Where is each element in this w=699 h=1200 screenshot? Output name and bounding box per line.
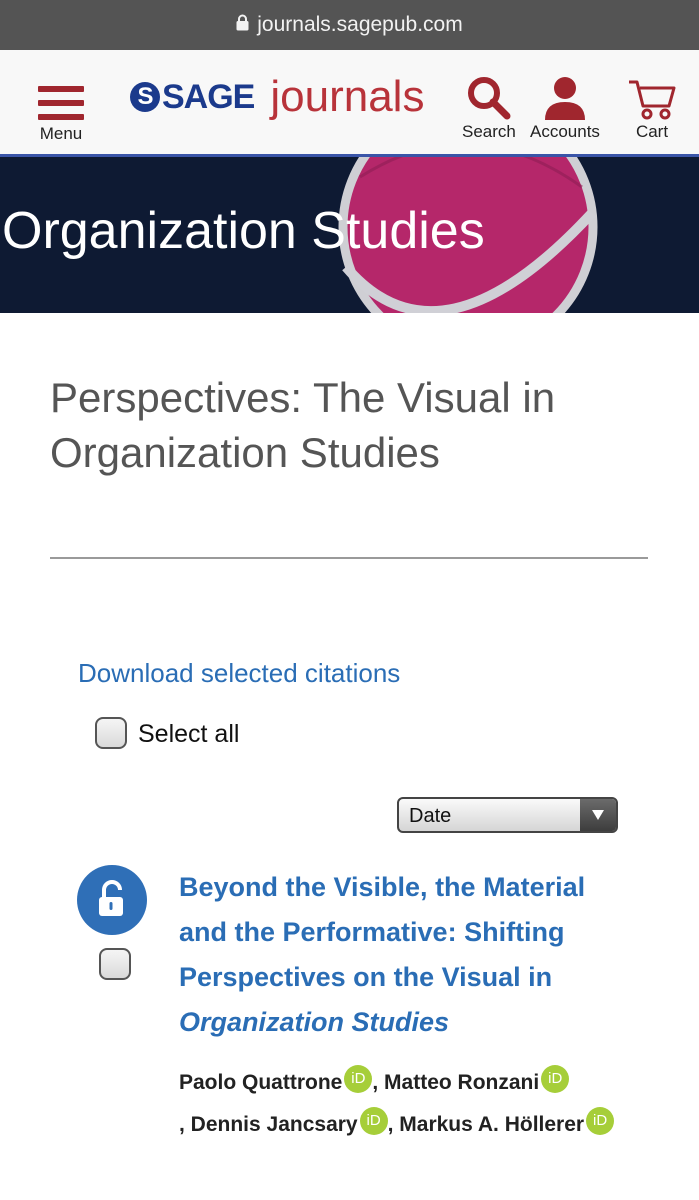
- sage-text: SAGE: [162, 77, 255, 116]
- download-citations-link[interactable]: Download selected citations: [78, 658, 400, 689]
- sage-s-icon: S: [130, 82, 160, 112]
- journal-banner[interactable]: Organization Studies: [0, 157, 699, 313]
- open-access-icon: [77, 865, 147, 935]
- article-select-checkbox[interactable]: [99, 948, 131, 980]
- browser-url-bar[interactable]: journals.sagepub.com: [0, 0, 699, 50]
- sort-select[interactable]: Date: [397, 797, 618, 833]
- menu-label: Menu: [39, 124, 83, 143]
- search-label: Search: [462, 122, 516, 141]
- author-link[interactable]: Dennis Jancsary: [191, 1113, 358, 1136]
- orcid-icon[interactable]: iD: [344, 1065, 373, 1093]
- author-link[interactable]: Markus A. Höllerer: [399, 1113, 584, 1136]
- author-link[interactable]: Matteo Ronzani: [384, 1071, 539, 1094]
- menu-button[interactable]: Menu: [36, 86, 86, 144]
- select-all-label: Select all: [138, 720, 240, 748]
- site-header: Menu S SAGE journals Search Accounts Car…: [0, 50, 699, 157]
- sort-select-value: Date: [409, 805, 452, 827]
- article-title-journal: Organization Studies: [179, 1007, 450, 1037]
- divider: [50, 557, 648, 559]
- search-button[interactable]: Search: [462, 74, 516, 142]
- hamburger-icon: [38, 86, 84, 120]
- cart-label: Cart: [635, 122, 669, 141]
- cart-icon: [627, 74, 677, 122]
- page-title: Perspectives: The Visual in Organization…: [50, 374, 556, 476]
- lock-icon: [236, 13, 249, 37]
- orcid-icon[interactable]: iD: [359, 1107, 388, 1135]
- article-title-text: Beyond the Visible, the Material and the…: [179, 872, 586, 992]
- cart-button[interactable]: Cart: [627, 74, 677, 142]
- user-icon: [530, 74, 600, 122]
- chevron-down-icon: [580, 799, 616, 831]
- accounts-label: Accounts: [530, 122, 600, 141]
- article-authors: Paolo Quattrone iD, Matteo Ronzani iD, Den…: [179, 1062, 649, 1146]
- search-icon: [462, 74, 516, 122]
- journal-title: Organization Studies: [2, 202, 485, 260]
- author-link[interactable]: Paolo Quattrone: [179, 1071, 342, 1094]
- journals-wordmark: journals: [270, 72, 425, 121]
- orcid-icon[interactable]: iD: [586, 1107, 615, 1135]
- sage-journals-logo[interactable]: S SAGE journals: [130, 72, 424, 122]
- orcid-icon[interactable]: iD: [541, 1065, 570, 1093]
- accounts-button[interactable]: Accounts: [530, 74, 600, 142]
- select-all-checkbox[interactable]: [95, 717, 127, 749]
- article-title-link[interactable]: Beyond the Visible, the Material and the…: [179, 865, 639, 1045]
- sage-wordmark: S SAGE: [130, 77, 255, 117]
- url-text: journals.sagepub.com: [257, 13, 463, 36]
